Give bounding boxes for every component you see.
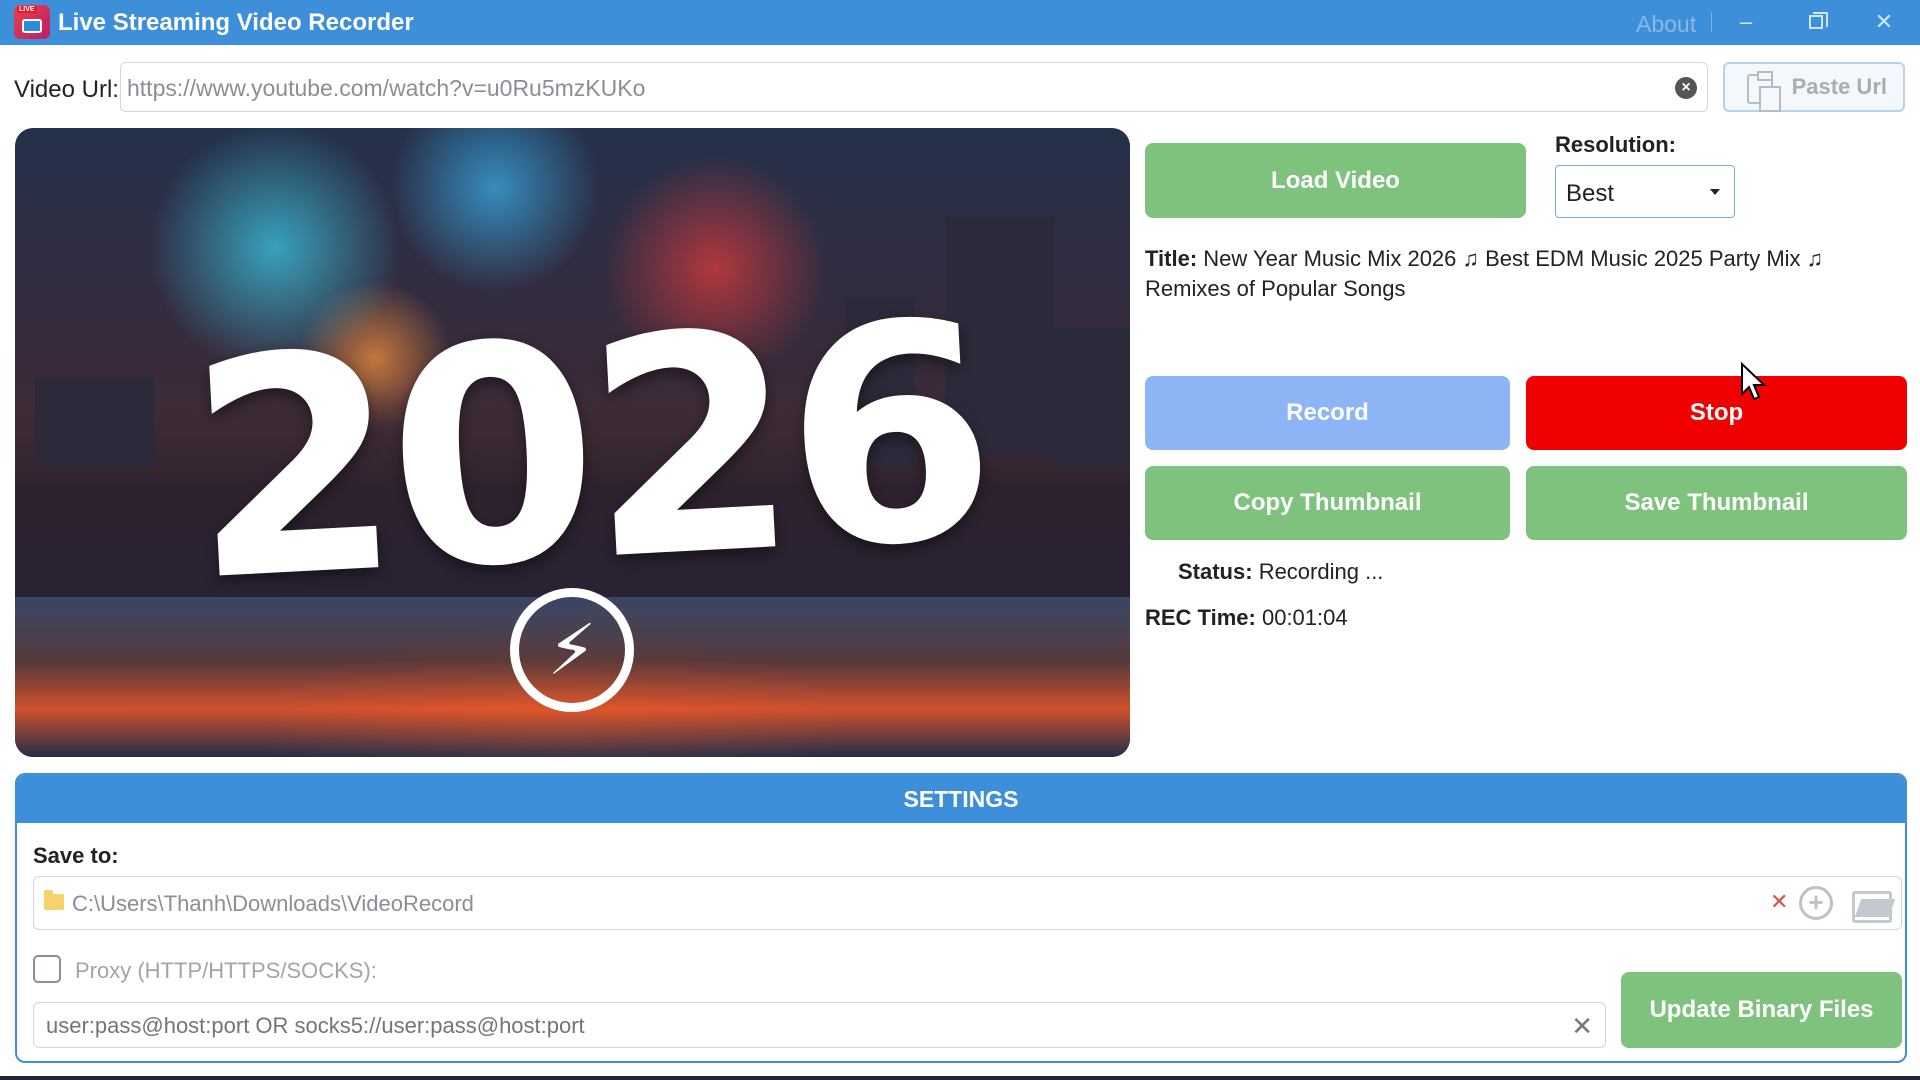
paste-url-button[interactable]: Paste Url — [1723, 62, 1905, 112]
taskbar-edge — [0, 1076, 1920, 1080]
clear-circle-icon[interactable]: × — [1675, 77, 1697, 99]
restore-icon — [1809, 12, 1828, 29]
paste-url-label: Paste Url — [1791, 74, 1887, 99]
video-url-input[interactable] — [127, 71, 1657, 105]
load-video-button[interactable]: Load Video — [1145, 143, 1526, 218]
settings-panel: SETTINGS Save to: C:\Users\Thanh\Downloa… — [15, 773, 1907, 1063]
clear-path-icon[interactable]: ✕ — [1770, 889, 1788, 915]
lightning-bolt-icon: ⚡ — [510, 588, 634, 712]
title-bar: LIVE Live Streaming Video Recorder About… — [0, 0, 1920, 45]
rec-time-label: REC Time: — [1145, 605, 1256, 630]
video-thumbnail: 2026 ⚡ — [15, 128, 1130, 757]
window-title: Live Streaming Video Recorder — [58, 9, 414, 36]
close-button[interactable]: ✕ — [1864, 5, 1904, 39]
record-button[interactable]: Record — [1145, 376, 1510, 450]
app-logo-icon: LIVE — [14, 5, 50, 39]
chevron-down-icon — [1710, 189, 1720, 195]
clipboard-icon — [1747, 71, 1781, 112]
resolution-select[interactable]: Best — [1555, 165, 1735, 218]
resolution-value: Best — [1566, 180, 1615, 207]
restore-button[interactable] — [1796, 5, 1836, 39]
titlebar-divider — [1711, 12, 1712, 32]
mouse-cursor-icon — [1741, 362, 1767, 401]
proxy-label: Proxy (HTTP/HTTPS/SOCKS): — [75, 958, 377, 983]
rec-time-value: 00:01:04 — [1261, 605, 1348, 630]
minimize-icon: – — [1739, 9, 1753, 34]
live-badge: LIVE — [17, 6, 37, 13]
video-url-field[interactable]: × — [120, 62, 1708, 112]
about-link[interactable]: About — [1636, 11, 1696, 38]
save-to-label: Save to: — [33, 843, 119, 868]
save-path-field[interactable]: C:\Users\Thanh\Downloads\VideoRecord ✕ + — [33, 876, 1902, 930]
minimize-button[interactable]: – — [1726, 5, 1766, 39]
save-path-value: C:\Users\Thanh\Downloads\VideoRecord — [72, 891, 474, 916]
copy-thumbnail-button[interactable]: Copy Thumbnail — [1145, 466, 1510, 540]
rec-time-line: REC Time: 00:01:04 — [1145, 605, 1348, 631]
update-binary-files-button[interactable]: Update Binary Files — [1621, 972, 1902, 1048]
close-icon: ✕ — [1874, 9, 1894, 34]
camera-icon — [22, 19, 42, 33]
settings-header: SETTINGS — [17, 775, 1905, 823]
stop-button[interactable]: Stop — [1526, 376, 1907, 450]
building — [35, 377, 155, 467]
open-folder-icon[interactable] — [1852, 887, 1892, 923]
building — [1055, 327, 1130, 467]
add-path-icon[interactable]: + — [1799, 886, 1833, 920]
proxy-field[interactable]: ✕ — [33, 1002, 1606, 1048]
resolution-label: Resolution: — [1555, 132, 1676, 157]
video-url-label: Video Url: — [14, 76, 119, 103]
status-label: Status: — [1178, 559, 1253, 584]
proxy-checkbox[interactable] — [33, 955, 61, 983]
clear-proxy-icon[interactable]: ✕ — [1571, 1011, 1593, 1042]
proxy-input[interactable] — [46, 1011, 1546, 1041]
video-title-info: Title: New Year Music Mix 2026 ♫ Best ED… — [1145, 244, 1885, 304]
status-line: Status: Recording ... — [1178, 559, 1383, 585]
folder-icon — [44, 890, 64, 910]
save-thumbnail-button[interactable]: Save Thumbnail — [1526, 466, 1907, 540]
title-value: New Year Music Mix 2026 ♫ Best EDM Music… — [1145, 246, 1824, 301]
title-label: Title: — [1145, 246, 1198, 271]
status-value: Recording ... — [1258, 559, 1384, 584]
